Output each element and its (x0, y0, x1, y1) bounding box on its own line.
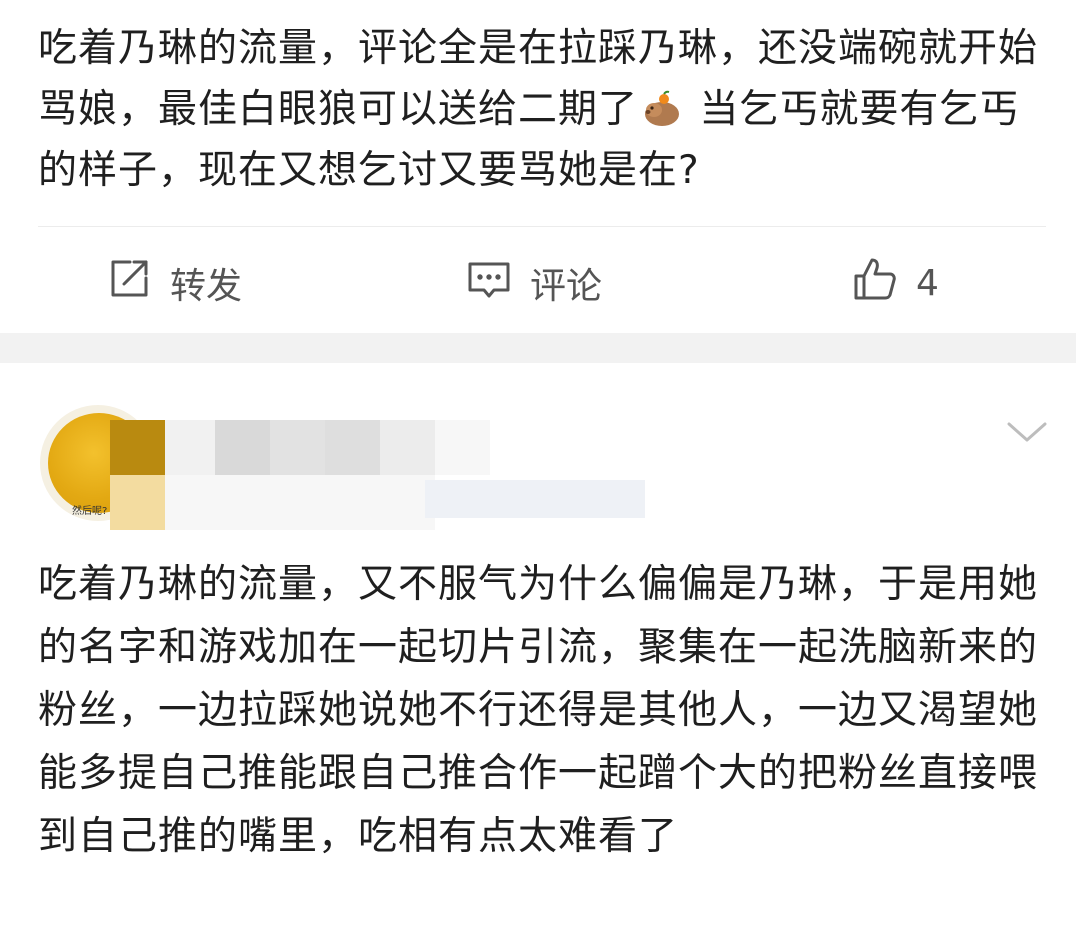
blur-tile (165, 475, 435, 530)
post-divider (38, 226, 1046, 227)
capybara-emoji-icon (642, 85, 682, 126)
blur-tile (425, 480, 645, 518)
comment-text: 吃着乃琳的流量，又不服气为什么偏偏是乃琳，于是用她的名字和游戏加在一起切片引流，… (38, 562, 1039, 859)
repost-button[interactable]: 转发 (106, 258, 242, 308)
blur-tile (215, 420, 270, 475)
post-action-bar: 转发 评论 4 (0, 240, 1076, 330)
section-separator (0, 333, 1076, 363)
like-button[interactable]: 4 (852, 258, 939, 308)
blur-tile (325, 420, 380, 475)
thumbs-up-icon (852, 256, 898, 311)
blur-tile (110, 475, 165, 530)
blur-tile (435, 420, 490, 475)
comment-icon (466, 256, 512, 311)
chevron-down-icon[interactable] (1004, 418, 1050, 448)
blur-tile (270, 420, 325, 475)
blur-tile (165, 420, 215, 475)
post-text: 吃着乃琳的流量，评论全是在拉踩乃琳，还没端碗就开始骂娘，最佳白眼狼可以送给二期了… (38, 18, 1048, 201)
avatar-caption: 然后呢? (72, 506, 108, 517)
repost-icon (106, 256, 152, 311)
blur-tile (380, 420, 435, 475)
username-redacted (110, 410, 690, 530)
blur-tile (110, 420, 165, 475)
comment-label: 评论 (530, 266, 603, 307)
comment-button[interactable]: 评论 (466, 258, 602, 308)
repost-label: 转发 (170, 266, 243, 307)
like-count: 4 (916, 262, 939, 304)
